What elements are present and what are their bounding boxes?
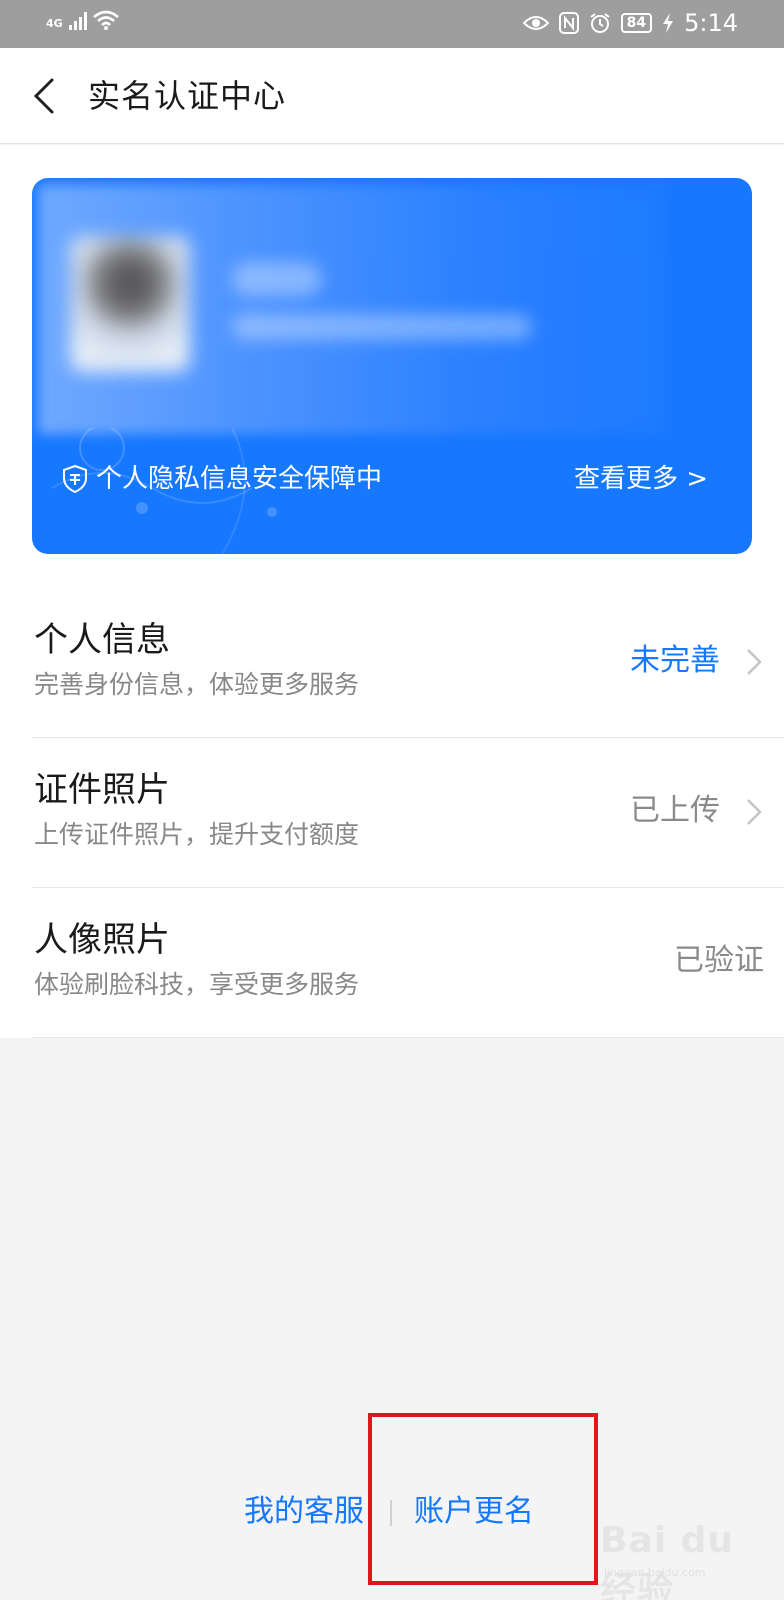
list-item-id-photos[interactable]: 证件照片 上传证件照片，提升支付额度 已上传 bbox=[32, 738, 784, 888]
nav-bar: 实名认证中心 bbox=[0, 48, 784, 144]
status-bar: 4G 84 5:14 bbox=[0, 0, 784, 48]
privacy-text: 个人隐私信息安全保障中 bbox=[96, 464, 383, 494]
identity-card[interactable]: 个人隐私信息安全保障中 查看更多 > bbox=[32, 178, 752, 554]
row-title: 证件照片 bbox=[34, 770, 170, 810]
status-left: 4G bbox=[46, 10, 119, 30]
back-button[interactable] bbox=[24, 74, 68, 118]
nfc-icon bbox=[558, 12, 579, 34]
privacy-notice: 个人隐私信息安全保障中 bbox=[62, 461, 382, 497]
wifi-icon bbox=[92, 10, 119, 30]
watermark-subtext: jingyan.baidu.com bbox=[604, 1566, 706, 1579]
page-title: 实名认证中心 bbox=[88, 77, 287, 115]
blurred-id-number bbox=[232, 314, 532, 340]
status-badge: 已验证 bbox=[674, 943, 764, 978]
list-item-face-photo[interactable]: 人像照片 体验刷脸科技，享受更多服务 已验证 bbox=[32, 888, 784, 1038]
status-badge: 未完善 bbox=[630, 643, 720, 678]
back-arrow-icon bbox=[33, 78, 54, 114]
shield-icon bbox=[63, 465, 87, 493]
my-service-link[interactable]: 我的客服 bbox=[244, 1492, 364, 1532]
highlight-annotation bbox=[368, 1413, 598, 1585]
card-section: 个人隐私信息安全保障中 查看更多 > bbox=[0, 145, 784, 588]
status-badge: 已上传 bbox=[630, 793, 720, 828]
row-title: 个人信息 bbox=[34, 620, 170, 660]
list-item-personal-info[interactable]: 个人信息 完善身份信息，体验更多服务 未完善 bbox=[32, 588, 784, 738]
row-subtitle: 体验刷脸科技，享受更多服务 bbox=[34, 970, 360, 999]
watermark: Bai du 经验 jingyan.baidu.com bbox=[600, 1510, 770, 1600]
row-title: 人像照片 bbox=[34, 920, 170, 960]
avatar bbox=[70, 236, 190, 372]
alarm-icon bbox=[590, 13, 610, 33]
network-type: 4G bbox=[46, 17, 63, 30]
blurred-name bbox=[232, 262, 322, 296]
row-subtitle: 完善身份信息，体验更多服务 bbox=[34, 670, 360, 699]
signal-icon bbox=[68, 12, 87, 30]
chevron-right-icon bbox=[747, 649, 762, 675]
view-more-link[interactable]: 查看更多 > bbox=[574, 461, 708, 497]
verification-list: 个人信息 完善身份信息，体验更多服务 未完善 证件照片 上传证件照片，提升支付额… bbox=[0, 588, 784, 1038]
status-time: 5:14 bbox=[684, 9, 738, 37]
charging-icon bbox=[663, 13, 674, 33]
status-right: 84 5:14 bbox=[522, 9, 738, 37]
chevron-right-icon bbox=[747, 799, 762, 825]
battery-icon: 84 bbox=[620, 13, 653, 33]
eye-icon bbox=[522, 16, 549, 30]
row-subtitle: 上传证件照片，提升支付额度 bbox=[34, 820, 360, 849]
watermark-text: Bai du 经验 bbox=[600, 1520, 735, 1600]
